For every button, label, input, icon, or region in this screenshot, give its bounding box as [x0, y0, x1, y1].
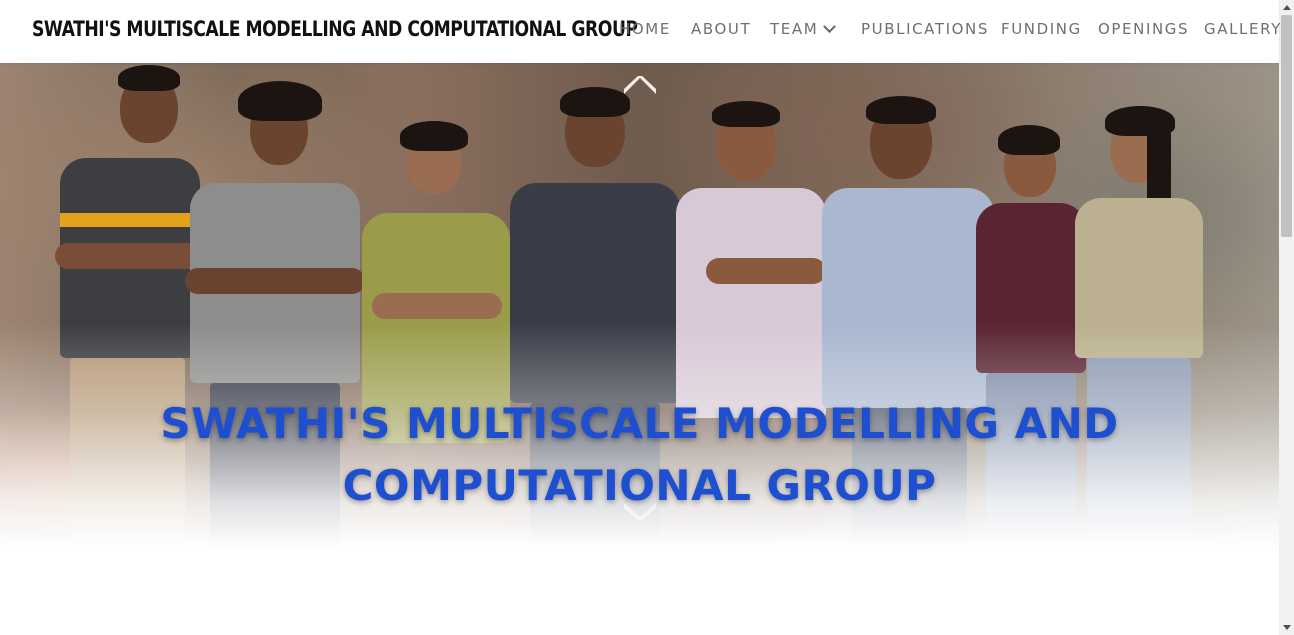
- nav-funding[interactable]: FUNDING: [1001, 20, 1082, 38]
- nav-team-label: TEAM: [770, 20, 819, 38]
- nav-openings[interactable]: OPENINGS: [1098, 20, 1189, 38]
- page-scrollbar[interactable]: [1279, 0, 1294, 635]
- nav-publications[interactable]: PUBLICATIONS: [861, 20, 989, 38]
- scroll-down-icon[interactable]: [1283, 625, 1291, 630]
- hero-title-line1: SWATHI'S MULTISCALE MODELLING AND: [160, 399, 1119, 448]
- scroll-up-icon[interactable]: [1283, 5, 1291, 10]
- site-title[interactable]: SWATHI'S MULTISCALE MODELLING AND COMPUT…: [32, 17, 638, 41]
- nav-home[interactable]: HOME: [619, 20, 671, 38]
- nav-team[interactable]: TEAM: [770, 20, 837, 38]
- nav-about[interactable]: ABOUT: [691, 20, 751, 38]
- site-header: SWATHI'S MULTISCALE MODELLING AND COMPUT…: [0, 0, 1282, 63]
- hero-banner: SWATHI'S MULTISCALE MODELLING AND COMPUT…: [0, 63, 1279, 548]
- nav-gallery[interactable]: GALLERY: [1204, 20, 1282, 38]
- chevron-down-icon: [823, 20, 837, 34]
- chevron-up-icon[interactable]: [624, 76, 656, 94]
- hero-title: SWATHI'S MULTISCALE MODELLING AND COMPUT…: [0, 393, 1279, 517]
- scroll-thumb[interactable]: [1281, 15, 1292, 237]
- chevron-down-icon[interactable]: [624, 503, 656, 521]
